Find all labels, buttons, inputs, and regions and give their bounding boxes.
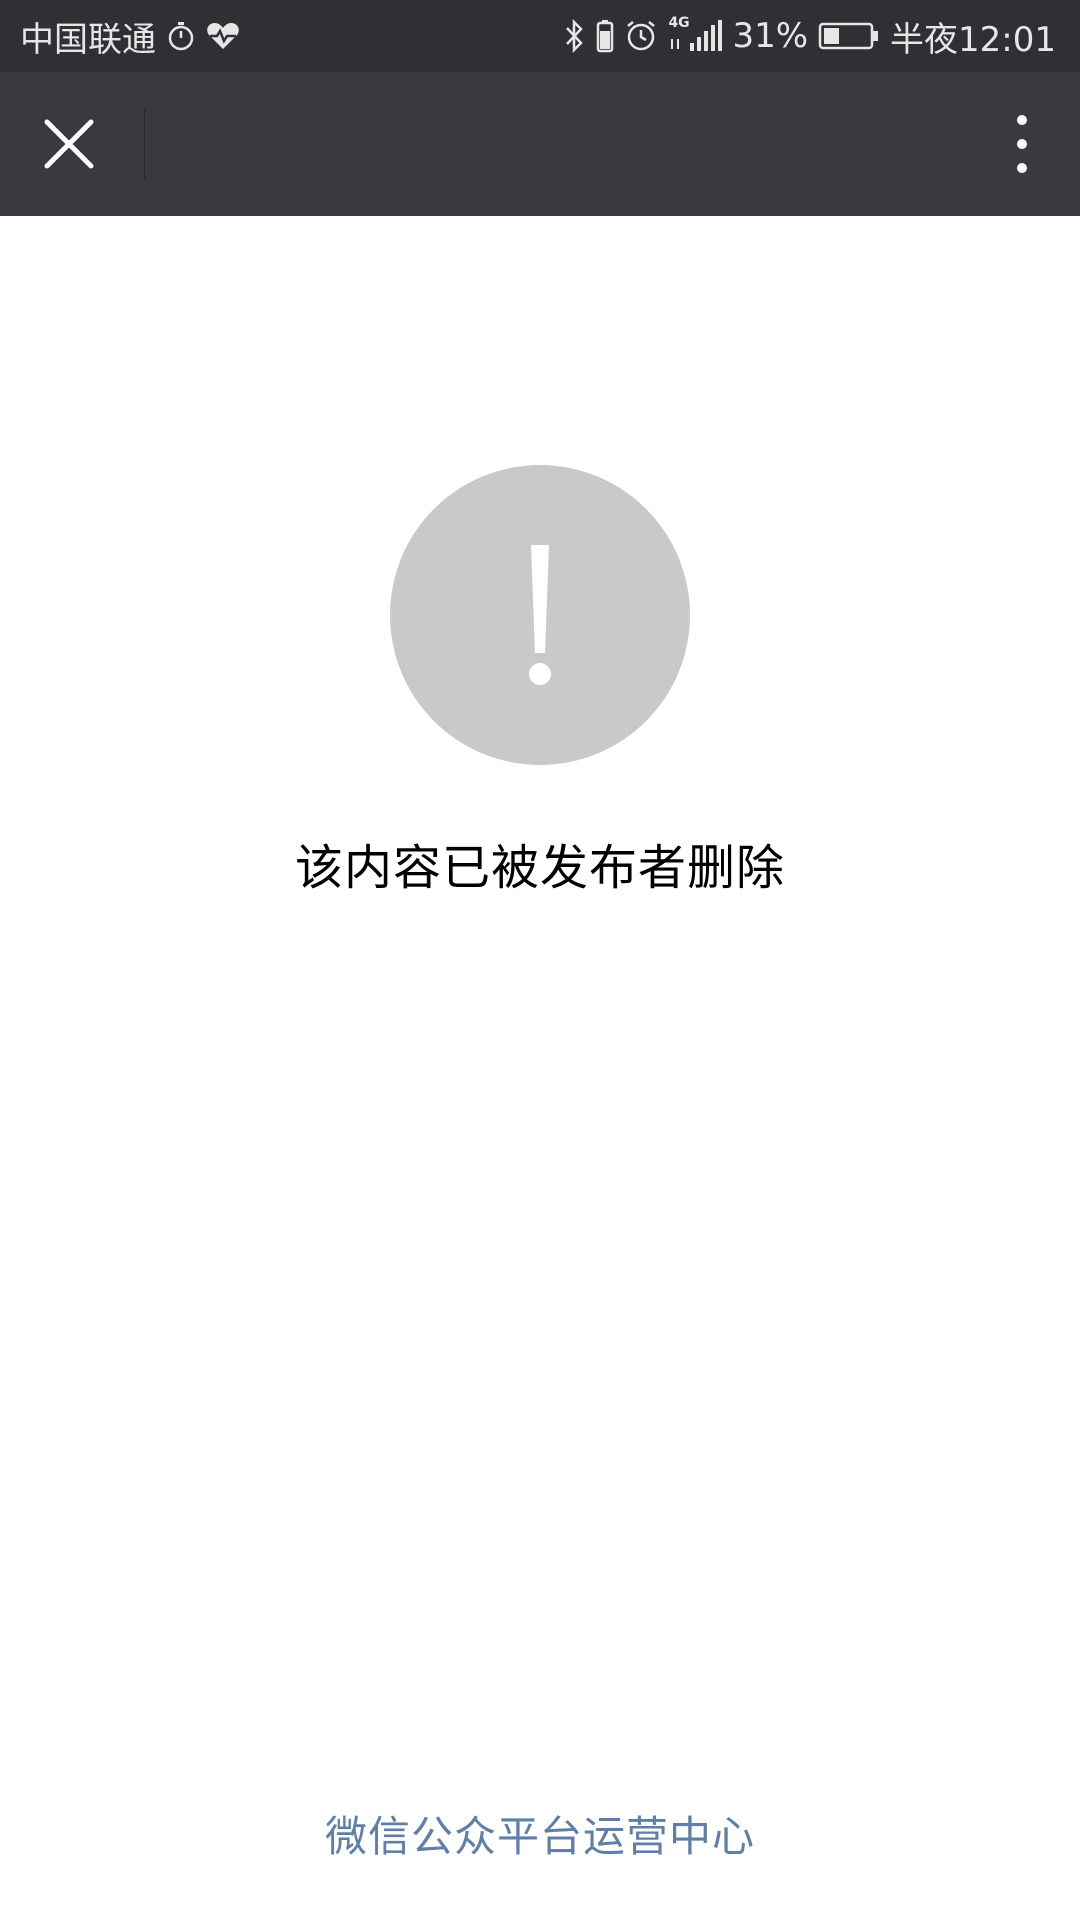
network-label: 4G: [668, 15, 690, 31]
deleted-message: 该内容已被发布者删除: [294, 840, 785, 896]
status-left: 中国联通: [20, 0, 240, 72]
exclamation-icon: [529, 545, 551, 685]
close-button[interactable]: [34, 109, 104, 179]
bluetooth-icon: [564, 19, 586, 53]
status-right: 4G 31% 半夜12:01: [564, 0, 1056, 72]
alarm-icon: [624, 19, 658, 53]
more-vertical-icon: [1017, 115, 1027, 173]
more-options-button[interactable]: [1000, 109, 1044, 179]
signal-4g-icon: 4G: [668, 15, 723, 53]
stopwatch-icon: [166, 21, 196, 51]
top-nav-bar: [0, 72, 1080, 216]
health-heart-icon: [206, 21, 240, 51]
close-icon: [44, 119, 94, 169]
clock-time: 半夜12:01: [890, 19, 1056, 60]
battery-percent: 31%: [732, 16, 809, 56]
warning-circle: [390, 465, 690, 765]
nav-divider: [144, 108, 145, 180]
battery-icon: [818, 21, 880, 51]
carrier-label: 中国联通: [20, 19, 156, 60]
status-bar: 中国联通 4G 31% 半夜12:01: [0, 0, 1080, 72]
footer-link-operations-center[interactable]: 微信公众平台运营中心: [0, 1803, 1080, 1864]
vibrate-battery-icon: [596, 19, 614, 53]
